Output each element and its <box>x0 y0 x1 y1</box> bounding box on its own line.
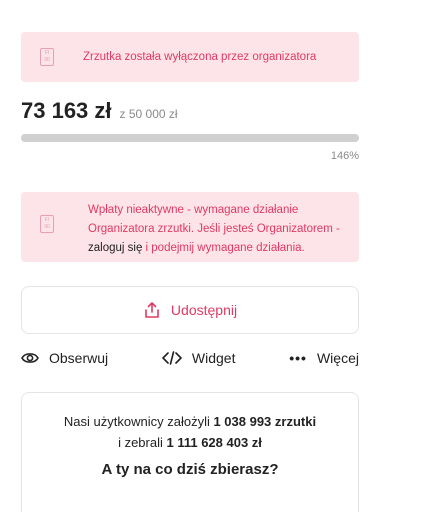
disabled-alert: FI 90 Zrzutka została wyłączona przez or… <box>21 32 359 82</box>
platform-stats: Nasi użytkownicy założyli 1 038 993 zrzu… <box>21 392 359 512</box>
progress-percent: 146% <box>330 150 359 162</box>
share-label: Udostępnij <box>170 302 238 318</box>
widget-button[interactable]: Widget <box>162 350 235 366</box>
share-button[interactable]: Udostępnij <box>21 286 359 334</box>
flag-icon: FI 90 <box>40 215 54 233</box>
amount-row: 73 163 zł z 50 000 zł <box>21 98 359 124</box>
action-row: Obserwuj Widget ••• Więcej <box>21 348 359 368</box>
fundraiser-panel: FI 90 Zrzutka została wyłączona przez or… <box>21 32 359 512</box>
eye-icon <box>21 353 39 363</box>
stats-line-2: i zebrali 1 111 628 403 zł <box>118 435 262 450</box>
goal-amount: z 50 000 zł <box>119 107 178 121</box>
inactive-alert-text: Wpłaty nieaktywne - wymagane działanie O… <box>88 204 340 254</box>
stats-line-1: Nasi użytkownicy założyli 1 038 993 zrzu… <box>63 414 317 429</box>
share-upload-icon <box>145 302 159 318</box>
login-link[interactable]: zaloguj się <box>88 242 142 254</box>
more-dots-icon: ••• <box>289 350 307 366</box>
code-icon <box>162 351 182 365</box>
raised-amount: 73 163 zł <box>21 98 112 123</box>
stats-question: A ty na co dziś zbierasz? <box>101 461 279 478</box>
disabled-alert-text: Zrzutka została wyłączona przez organiza… <box>83 50 317 63</box>
progress-bar-fill <box>21 134 359 142</box>
progress-bar <box>21 134 359 142</box>
flag-icon: FI 90 <box>40 48 54 66</box>
inactive-alert: FI 90 Wpłaty nieaktywne - wymagane dział… <box>21 192 359 262</box>
more-button[interactable]: ••• Więcej <box>289 350 359 366</box>
observe-button[interactable]: Obserwuj <box>21 350 108 366</box>
